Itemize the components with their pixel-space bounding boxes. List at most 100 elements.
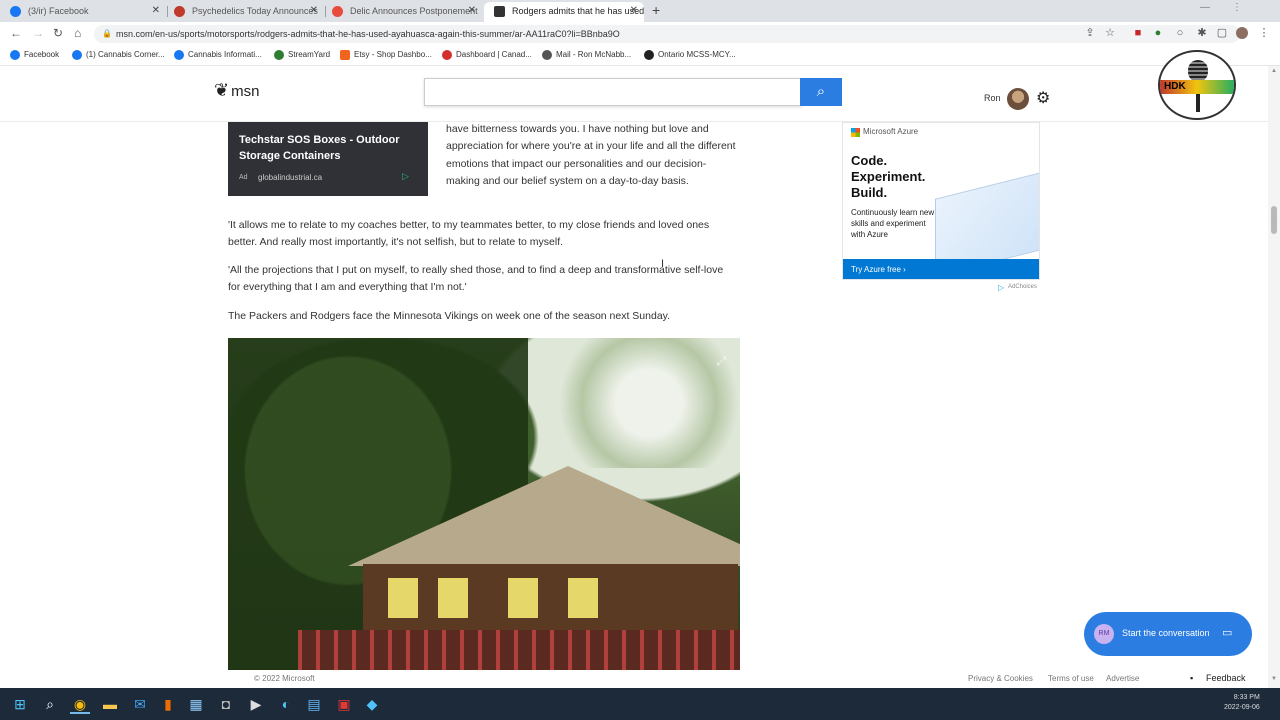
start-conversation-button[interactable]: RM Start the conversation ▭ — [1084, 612, 1252, 656]
extension-icon[interactable]: ○ — [1174, 27, 1186, 39]
new-tab-button[interactable]: + — [652, 2, 660, 18]
minimize-icon[interactable]: — — [1200, 2, 1210, 13]
pdf-reader-icon[interactable]: ▣ — [334, 694, 354, 714]
gear-icon[interactable]: ⚙ — [1036, 88, 1050, 108]
sidebar-icon[interactable]: ▢ — [1216, 27, 1228, 39]
office-icon[interactable]: ▮ — [158, 694, 178, 714]
chrome-icon[interactable]: ◉ — [70, 694, 90, 714]
tab-delic[interactable]: Delic Announces Postponement ✕ — [322, 2, 482, 22]
adchoices-icon[interactable]: ▷ — [402, 171, 409, 182]
close-icon[interactable]: ✕ — [630, 2, 638, 20]
extension-icon[interactable]: ● — [1152, 27, 1164, 39]
scroll-down-icon[interactable]: ▼ — [1271, 676, 1277, 682]
bookmark-cannabis-info[interactable]: Cannabis Informati... — [174, 50, 262, 60]
thatched-roof — [348, 466, 740, 566]
bookmark-etsy[interactable]: Etsy - Shop Dashbo... — [340, 50, 432, 60]
tab-facebook[interactable]: (3/ir) Facebook ✕ — [0, 2, 166, 22]
bookmark-mail[interactable]: Mail - Ron McNabb... — [542, 50, 631, 60]
text-cursor-icon: I — [661, 258, 665, 270]
adchoices-label: AdChoices — [1008, 284, 1038, 290]
more-window-icon[interactable]: ⋮ — [1232, 2, 1242, 13]
tab-label: Delic Announces Postponement — [350, 6, 478, 16]
try-azure-button[interactable]: Try Azure free › — [843, 259, 1039, 279]
azure-ad[interactable]: Microsoft Azure Code. Experiment. Build.… — [842, 122, 1040, 280]
vscode-icon[interactable]: ◆ — [362, 694, 382, 714]
page-footer: © 2022 Microsoft Privacy & Cookies Terms… — [0, 670, 1280, 688]
ad-brand: Microsoft Azure — [851, 127, 919, 137]
logo-text: HDK — [1164, 81, 1186, 92]
sky — [558, 338, 740, 468]
article-paragraph: 'It allows me to relate to my coaches be… — [228, 219, 710, 249]
bookmark-star-icon[interactable]: ☆ — [1104, 27, 1116, 39]
notepad-icon[interactable]: ▤ — [304, 694, 324, 714]
puzzle-icon[interactable]: ✱ — [1196, 27, 1208, 39]
sponsored-ad-card[interactable]: Techstar SOS Boxes - Outdoor Storage Con… — [228, 122, 428, 196]
bookmark-label: Facebook — [24, 50, 60, 59]
search-button[interactable]: ⌕ — [800, 78, 842, 106]
bookmark-ontario[interactable]: Ontario MCSS-MCY... — [644, 50, 736, 60]
dashboard-icon — [442, 50, 452, 60]
reload-icon[interactable]: ↻ — [53, 26, 63, 40]
chat-label: Start the conversation — [1122, 628, 1210, 638]
article-paragraph: have bitterness towards you. I have noth… — [446, 123, 736, 187]
media-player-icon[interactable]: ▶ — [246, 694, 266, 714]
address-bar[interactable]: 🔒 msn.com/en-us/sports/motorsports/rodge… — [94, 25, 1240, 43]
fullscreen-icon[interactable]: ⤢ — [716, 354, 726, 369]
search-icon: ⌕ — [816, 83, 826, 100]
feedback-label: Feedback — [1206, 673, 1246, 683]
user-avatar[interactable] — [1007, 88, 1029, 110]
camera-icon[interactable]: ◘ — [216, 694, 236, 714]
terms-link[interactable]: Terms of use — [1048, 674, 1094, 683]
article-paragraph: The Packers and Rodgers face the Minneso… — [228, 310, 671, 322]
mic-stand — [1196, 94, 1200, 112]
scroll-up-icon[interactable]: ▲ — [1271, 68, 1277, 74]
search-icon[interactable]: ⌕ — [40, 694, 60, 714]
feedback-button[interactable]: ▪ Feedback — [1190, 673, 1246, 683]
user-name[interactable]: Ron — [984, 93, 1001, 103]
back-icon[interactable]: ← — [10, 26, 22, 40]
bookmark-dashboard[interactable]: Dashboard | Canad... — [442, 50, 532, 60]
adchoices-link[interactable]: ▷ AdChoices — [998, 283, 1038, 292]
microsoft-logo-icon — [851, 128, 860, 137]
logo-text: msn — [231, 83, 260, 100]
tab-psychedelics-today[interactable]: Psychedelics Today Announces ✕ — [164, 2, 324, 22]
bookmark-cannabis-corner[interactable]: (1) Cannabis Corner... — [72, 50, 165, 60]
forward-icon[interactable]: → — [32, 26, 44, 40]
scrollbar[interactable]: ▲ ▼ — [1268, 66, 1280, 688]
chat-icon: ▭ — [1222, 627, 1233, 639]
bookmark-facebook[interactable]: Facebook — [10, 50, 60, 60]
ad-domain: globalindustrial.ca — [258, 173, 323, 182]
pdf-extension-icon[interactable]: ■ — [1132, 27, 1144, 39]
hut-window — [508, 578, 538, 618]
copyright: © 2022 Microsoft — [254, 674, 315, 683]
privacy-link[interactable]: Privacy & Cookies — [968, 674, 1033, 683]
bookmark-label: (1) Cannabis Corner... — [86, 50, 165, 59]
microphone-icon — [1188, 60, 1208, 82]
tab-msn-active[interactable]: Rodgers admits that he has used ✕ — [484, 2, 644, 22]
close-icon[interactable]: ✕ — [152, 2, 160, 20]
edge-icon[interactable]: ◐ — [276, 694, 296, 714]
system-clock[interactable]: 8:33 PM 2022-09-06 — [1224, 693, 1260, 713]
msn-logo[interactable]: ❦ msn — [214, 80, 259, 101]
menu-icon[interactable]: ⋮ — [1258, 27, 1270, 39]
close-icon[interactable]: ✕ — [468, 2, 476, 20]
home-icon[interactable]: ⌂ — [74, 26, 81, 40]
share-icon[interactable]: ⇪ — [1084, 27, 1096, 39]
clock-date: 2022-09-06 — [1224, 704, 1260, 711]
clock-time: 8:33 PM — [1233, 694, 1260, 701]
bookmark-streamyard[interactable]: StreamYard — [274, 50, 330, 60]
butterfly-icon: ❦ — [214, 80, 230, 100]
outlook-icon[interactable]: ✉ — [130, 694, 150, 714]
close-icon[interactable]: ✕ — [310, 2, 318, 20]
url-text: msn.com/en-us/sports/motorsports/rodgers… — [116, 29, 620, 39]
calculator-icon[interactable]: ▦ — [186, 694, 206, 714]
feedback-icon: ▪ — [1190, 673, 1194, 683]
ad-headline: Code. Experiment. Build. — [851, 153, 926, 200]
search-input[interactable] — [424, 78, 802, 106]
file-explorer-icon[interactable]: ▬ — [100, 694, 120, 714]
brand-label: Microsoft Azure — [863, 127, 919, 136]
windows-start-icon[interactable]: ⊞ — [10, 694, 30, 714]
profile-avatar[interactable] — [1236, 27, 1248, 39]
advertise-link[interactable]: Advertise — [1106, 674, 1139, 683]
scrollbar-thumb[interactable] — [1271, 206, 1277, 234]
